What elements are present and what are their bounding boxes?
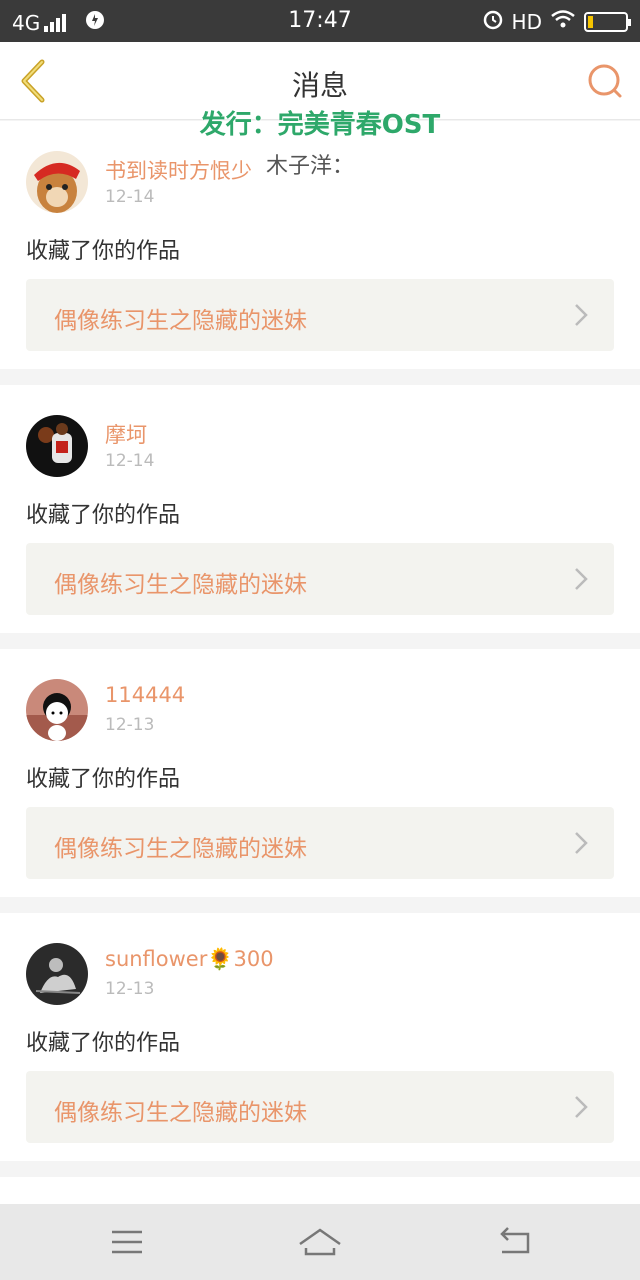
username[interactable]: 书到读时方恨少 xyxy=(105,155,252,185)
hd-label: HD xyxy=(511,9,542,34)
menu-button[interactable] xyxy=(106,1222,150,1262)
message-date: 12-14 xyxy=(105,187,155,207)
alarm-icon xyxy=(482,8,504,35)
work-title: 偶像练习生之隐藏的迷妹 xyxy=(54,572,307,598)
work-link[interactable]: 偶像练习生之隐藏的迷妹 xyxy=(26,279,614,351)
message-card: 114444 12-13 收藏了你的作品 偶像练习生之隐藏的迷妹 xyxy=(0,649,640,897)
avatar[interactable] xyxy=(26,415,88,477)
message-list: 书到读时方恨少 12-14 收藏了你的作品 偶像练习生之隐藏的迷妹 摩坷 12-… xyxy=(0,121,640,1233)
username[interactable]: sunflower🌻300 xyxy=(105,947,274,972)
message-card: 摩坷 12-14 收藏了你的作品 偶像练习生之隐藏的迷妹 xyxy=(0,385,640,633)
work-link[interactable]: 偶像练习生之隐藏的迷妹 xyxy=(26,543,614,615)
avatar[interactable] xyxy=(26,679,88,741)
chevron-right-icon xyxy=(575,832,588,854)
app-header: 消息 xyxy=(0,42,640,120)
status-right: HD xyxy=(482,8,631,35)
message-date: 12-14 xyxy=(105,451,155,471)
message-action: 收藏了你的作品 xyxy=(26,503,181,528)
work-title: 偶像练习生之隐藏的迷妹 xyxy=(54,1100,307,1126)
home-icon xyxy=(299,1228,341,1256)
message-action: 收藏了你的作品 xyxy=(26,1031,181,1056)
message-date: 12-13 xyxy=(105,979,155,999)
work-link[interactable]: 偶像练习生之隐藏的迷妹 xyxy=(26,1071,614,1143)
chevron-right-icon xyxy=(575,1096,588,1118)
chevron-right-icon xyxy=(575,304,588,326)
work-title: 偶像练习生之隐藏的迷妹 xyxy=(54,836,307,862)
avatar[interactable] xyxy=(26,151,88,213)
chevron-right-icon xyxy=(575,568,588,590)
message-action: 收藏了你的作品 xyxy=(26,239,181,264)
work-title: 偶像练习生之隐藏的迷妹 xyxy=(54,308,307,334)
message-card: sunflower🌻300 12-13 收藏了你的作品 偶像练习生之隐藏的迷妹 xyxy=(0,913,640,1161)
message-action: 收藏了你的作品 xyxy=(26,767,181,792)
home-button[interactable] xyxy=(298,1222,342,1262)
status-bar: 4G 17:47 HD xyxy=(0,0,640,42)
back-nav-button[interactable] xyxy=(494,1222,538,1262)
wifi-icon xyxy=(550,9,576,34)
battery-level xyxy=(588,15,593,28)
search-icon xyxy=(588,64,622,98)
back-icon xyxy=(500,1227,530,1254)
work-link[interactable]: 偶像练习生之隐藏的迷妹 xyxy=(26,807,614,879)
battery-icon xyxy=(584,11,631,32)
lyric-overlay-line: 木子洋： xyxy=(266,154,355,179)
message-date: 12-13 xyxy=(105,715,155,735)
username[interactable]: 摩坷 xyxy=(105,419,147,449)
search-button[interactable] xyxy=(586,62,624,100)
avatar[interactable] xyxy=(26,943,88,1005)
system-nav-bar xyxy=(0,1204,640,1280)
menu-icon xyxy=(112,1230,142,1254)
page-title: 消息 xyxy=(291,69,348,102)
username[interactable]: 114444 xyxy=(105,683,185,707)
